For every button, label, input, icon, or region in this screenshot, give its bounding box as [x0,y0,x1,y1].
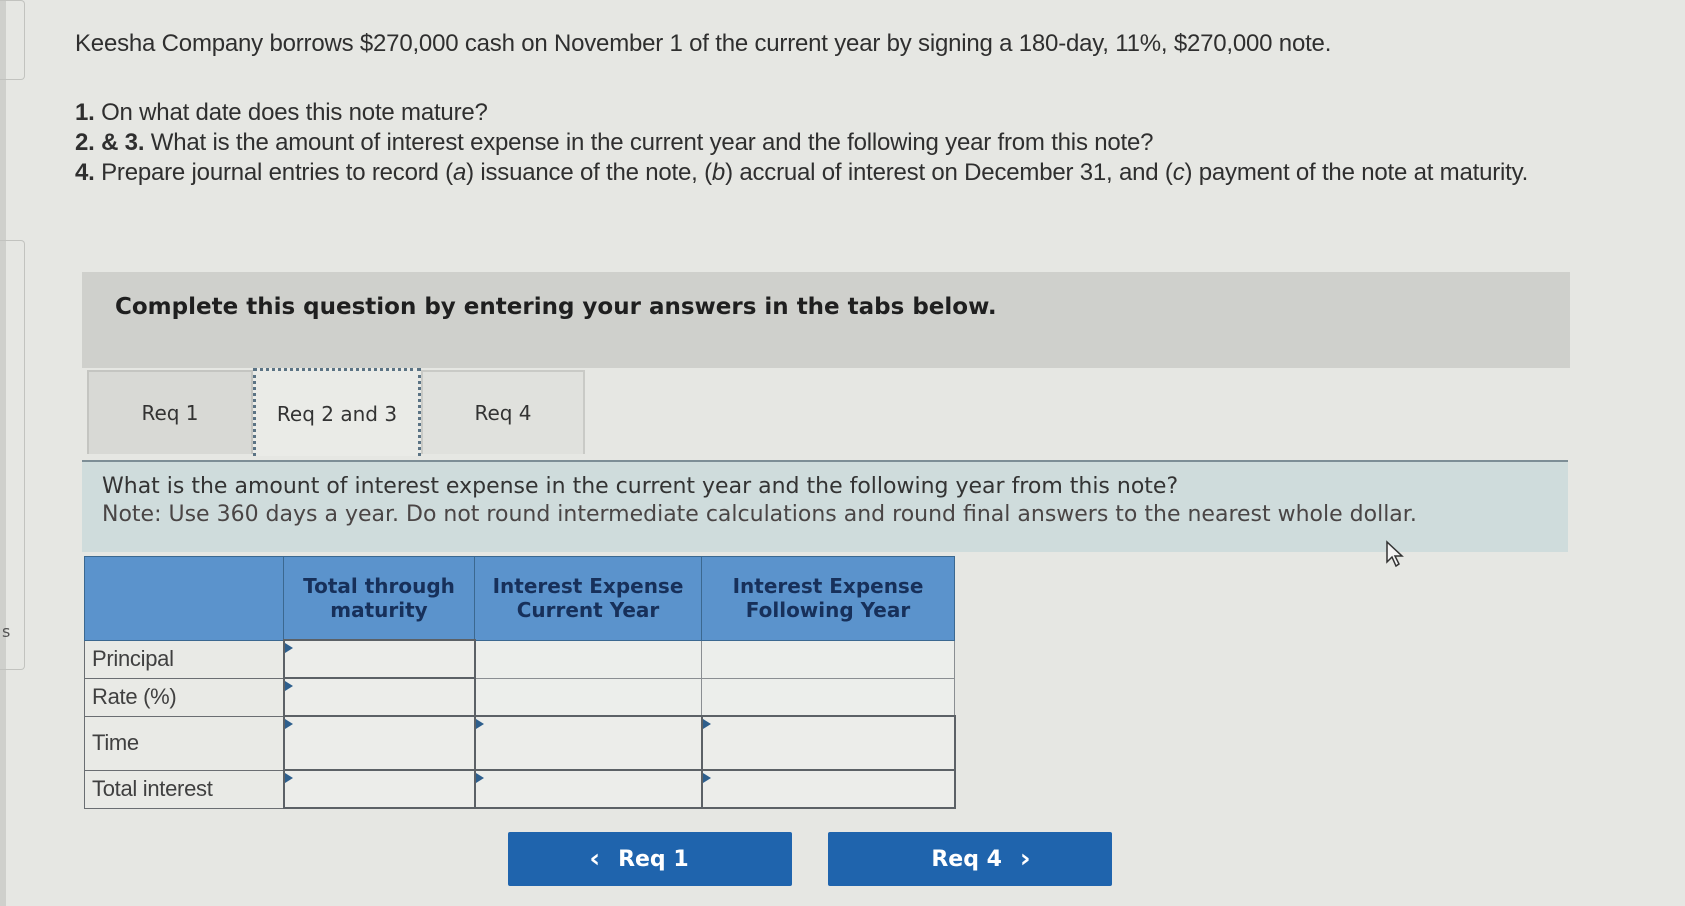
header-interest-following-year: Interest Expense Following Year [701,556,955,641]
input-marker-icon [702,719,711,729]
header-interest-current-year: Interest Expense Current Year [474,556,702,641]
question-list: 1. On what date does this note mature? 2… [75,98,1675,188]
input-marker-icon [284,681,293,691]
time-total-input-cell[interactable] [282,715,476,771]
question-item: 4. Prepare journal entries to record (a)… [75,159,1529,186]
question-item: 1. On what date does this note mature? [75,99,488,126]
instructions-banner: Complete this question by entering your … [82,272,1570,368]
total-interest-following-input-cell[interactable] [700,769,956,809]
question-note: Note: Use 360 days a year. Do not round … [102,502,1417,527]
row-label-total-interest: Total interest [84,769,284,809]
question-panel: What is the amount of interest expense i… [82,460,1568,552]
principal-total-input[interactable] [284,647,474,671]
tab-req-4[interactable]: Req 4 [421,370,585,454]
total-interest-total-input[interactable] [284,777,474,801]
time-following-input-cell[interactable] [700,715,956,771]
rate-total-input[interactable] [284,685,474,709]
chevron-right-icon: › [1019,844,1031,874]
table-row: Total interest [84,769,956,809]
next-req-label: Req 4 [931,846,1002,872]
total-interest-following-input[interactable] [702,777,954,801]
tab-req-1[interactable]: Req 1 [87,370,253,454]
principal-following-cell [701,639,955,679]
question-item: 2. & 3. What is the amount of interest e… [75,129,1154,156]
header-total-through-maturity: Total through maturity [283,556,475,641]
row-label-rate: Rate (%) [84,677,284,717]
time-current-input[interactable] [475,731,701,755]
interest-table: Total through maturity Interest Expense … [84,556,956,809]
side-panel-box [0,240,25,670]
instructions-text: Complete this question by entering your … [115,294,997,320]
prev-req-button[interactable]: ‹ Req 1 [508,832,792,886]
tab-req-2-and-3[interactable]: Req 2 and 3 [253,368,421,456]
input-marker-icon [284,719,293,729]
time-current-input-cell[interactable] [473,715,703,771]
rate-following-cell [701,677,955,717]
principal-current-cell [474,639,702,679]
side-panel-box [0,0,25,80]
time-following-input[interactable] [702,731,954,755]
table-row: Rate (%) [84,677,955,717]
table-header-row: Total through maturity Interest Expense … [84,556,955,641]
input-marker-icon [284,643,293,653]
rate-current-cell [474,677,702,717]
header-blank [84,556,284,641]
total-interest-current-input-cell[interactable] [473,769,703,809]
input-marker-icon [475,773,484,783]
row-label-principal: Principal [84,639,284,679]
chevron-left-icon: ‹ [589,844,601,874]
problem-intro: Keesha Company borrows $270,000 cash on … [75,30,1332,57]
table-row: Time [84,715,956,771]
table-row: Principal [84,639,955,679]
input-marker-icon [702,773,711,783]
row-label-time: Time [84,715,284,771]
rate-total-input-cell[interactable] [282,677,476,717]
mouse-cursor-icon [1386,540,1404,568]
prev-req-label: Req 1 [618,846,689,872]
input-marker-icon [284,773,293,783]
time-total-input[interactable] [284,731,474,755]
question-prompt: What is the amount of interest expense i… [102,474,1179,499]
principal-total-input-cell[interactable] [282,639,476,679]
next-req-button[interactable]: Req 4 › [828,832,1112,886]
side-fragment-text: s [2,622,11,641]
total-interest-current-input[interactable] [475,777,701,801]
input-marker-icon [475,719,484,729]
total-interest-total-input-cell[interactable] [282,769,476,809]
